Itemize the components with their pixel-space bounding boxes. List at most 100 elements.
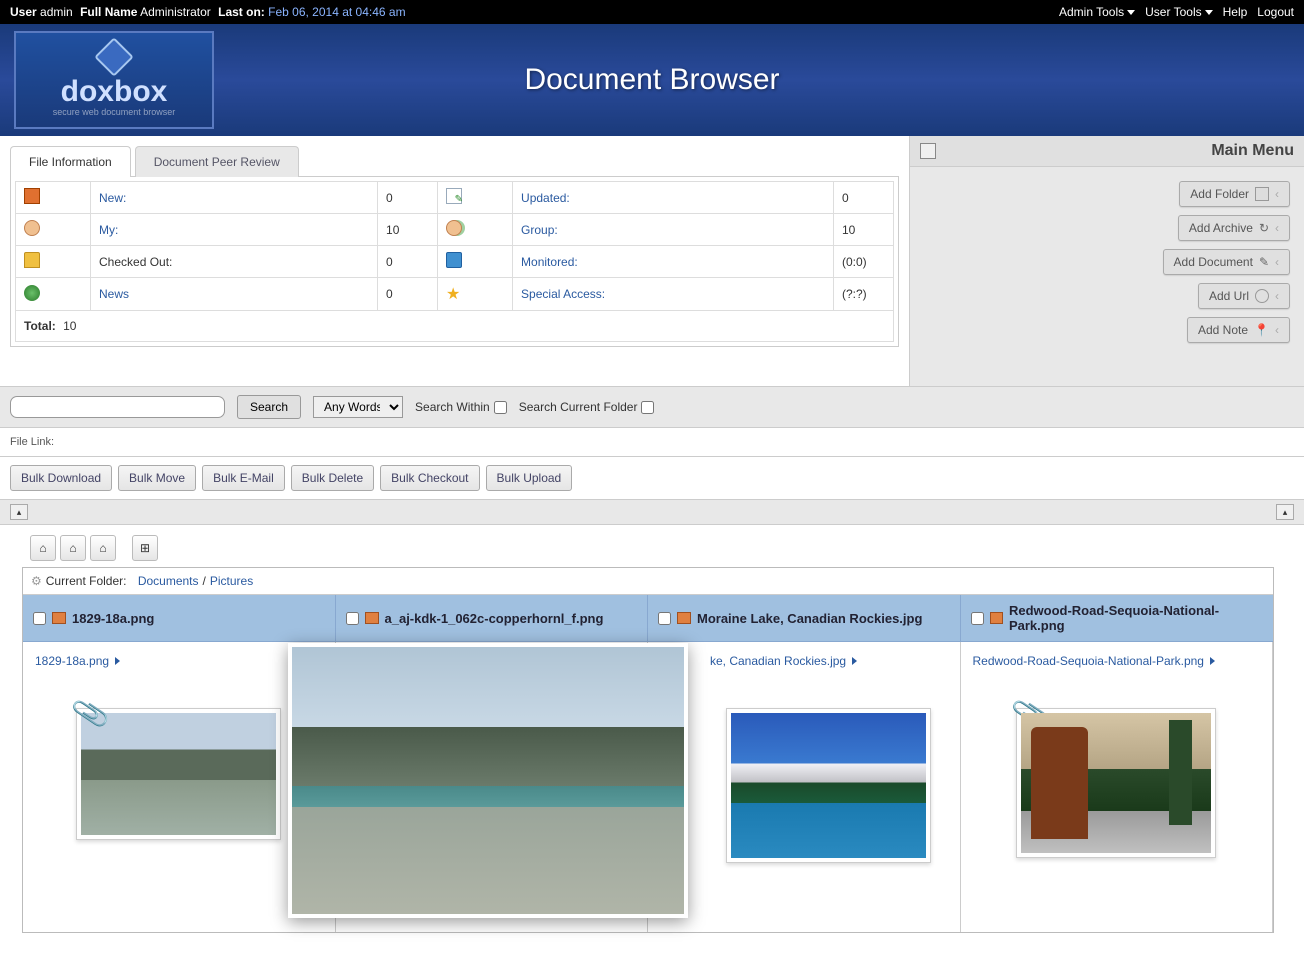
- arrow-right-icon: [1210, 657, 1215, 665]
- logout-link[interactable]: Logout: [1257, 5, 1294, 19]
- file-link[interactable]: ke, Canadian Rockies.jpg: [710, 654, 857, 668]
- laston-value: Feb 06, 2014 at 04:46 am: [268, 5, 405, 19]
- user-label: User: [10, 5, 37, 19]
- bulk-move-button[interactable]: Bulk Move: [118, 465, 196, 491]
- bulk-actions: Bulk Download Bulk Move Bulk E-Mail Bulk…: [0, 457, 1304, 500]
- info-monitored[interactable]: Monitored:: [513, 246, 834, 278]
- file-cell: Redwood-Road-Sequoia-National-Park.png 📎: [961, 642, 1274, 932]
- fullname-value: Administrator: [140, 5, 211, 19]
- search-bar: Search Any Words Search Within Search Cu…: [0, 386, 1304, 428]
- bulk-email-button[interactable]: Bulk E-Mail: [202, 465, 285, 491]
- add-folder-button[interactable]: Add Folder‹: [1179, 181, 1290, 207]
- breadcrumb: ⚙ Current Folder: Documents / Pictures: [23, 568, 1273, 595]
- admin-tools-menu[interactable]: Admin Tools: [1059, 5, 1135, 19]
- info-news-value: 0: [378, 278, 438, 311]
- info-updated-value: 0: [834, 182, 894, 214]
- pin-icon: 📍: [1254, 323, 1269, 337]
- file-select-checkbox[interactable]: [658, 612, 671, 625]
- file-link[interactable]: Redwood-Road-Sequoia-National-Park.png: [973, 654, 1215, 668]
- file-name: a_aj-kdk-1_062c-copperhornl_f.png: [385, 611, 604, 626]
- thumbnail[interactable]: [726, 708, 931, 863]
- search-within-checkbox[interactable]: [494, 401, 507, 414]
- search-input[interactable]: [10, 396, 225, 418]
- file-link[interactable]: 1829-18a.png: [35, 654, 120, 668]
- person-icon: [24, 220, 40, 236]
- file-select-checkbox[interactable]: [971, 612, 984, 625]
- arrow-right-icon: [852, 657, 857, 665]
- fullname-label: Full Name: [80, 5, 137, 19]
- star-icon: ★: [446, 286, 460, 303]
- info-updated[interactable]: Updated:: [513, 182, 834, 214]
- group-icon: [446, 220, 462, 236]
- grid-icon[interactable]: [920, 143, 936, 159]
- page-title: Document Browser: [524, 63, 779, 97]
- info-checked-out-value: 0: [378, 246, 438, 278]
- bulk-checkout-button[interactable]: Bulk Checkout: [380, 465, 479, 491]
- search-mode-select[interactable]: Any Words: [313, 396, 403, 418]
- info-group-value: 10: [834, 214, 894, 246]
- add-note-button[interactable]: Add Note📍‹: [1187, 317, 1290, 343]
- user-value: admin: [40, 5, 73, 19]
- help-link[interactable]: Help: [1223, 5, 1248, 19]
- image-preview-popup[interactable]: [288, 643, 688, 918]
- info-special-value: (?:?): [834, 278, 894, 311]
- info-group[interactable]: Group:: [513, 214, 834, 246]
- banner: doxbox secure web document browser Docum…: [0, 24, 1304, 136]
- info-new-value: 0: [378, 182, 438, 214]
- file-select-checkbox[interactable]: [346, 612, 359, 625]
- user-tools-menu[interactable]: User Tools: [1145, 5, 1212, 19]
- arrow-right-icon: [115, 657, 120, 665]
- add-document-button[interactable]: Add Document✎‹: [1163, 249, 1290, 275]
- search-current-checkbox[interactable]: [641, 401, 654, 414]
- home-icon: ⌂: [39, 541, 46, 555]
- image-file-icon: [365, 612, 379, 624]
- search-button[interactable]: Search: [237, 395, 301, 419]
- collapse-left-button[interactable]: ▴: [10, 504, 28, 520]
- add-archive-button[interactable]: Add Archive↻‹: [1178, 215, 1290, 241]
- tab-file-information[interactable]: File Information: [10, 146, 131, 177]
- file-link-row: File Link:: [0, 428, 1304, 457]
- top-bar: User admin Full Name Administrator Last …: [0, 0, 1304, 24]
- file-name: 1829-18a.png: [72, 611, 154, 626]
- breadcrumb-documents[interactable]: Documents: [138, 574, 199, 588]
- info-checked-out: Checked Out:: [91, 246, 378, 278]
- folder-container: ⚙ Current Folder: Documents / Pictures 1…: [22, 567, 1274, 933]
- nav-home-button[interactable]: ⌂: [30, 535, 56, 561]
- file-select-checkbox[interactable]: [33, 612, 46, 625]
- collapse-right-button[interactable]: ▴: [1276, 504, 1294, 520]
- bulk-delete-button[interactable]: Bulk Delete: [291, 465, 374, 491]
- thumbnail-image: [1021, 713, 1211, 853]
- bulk-download-button[interactable]: Bulk Download: [10, 465, 112, 491]
- file-name: Redwood-Road-Sequoia-National-Park.png: [1009, 603, 1263, 633]
- globe-icon: [24, 285, 40, 301]
- new-icon: [24, 188, 40, 204]
- image-file-icon: [990, 612, 1003, 624]
- info-my-value: 10: [378, 214, 438, 246]
- thumbnail[interactable]: 📎: [76, 708, 281, 840]
- info-news[interactable]: News: [91, 278, 378, 311]
- main-menu-title: Main Menu: [1211, 142, 1294, 160]
- add-url-button[interactable]: Add Url‹: [1198, 283, 1290, 309]
- logo: doxbox secure web document browser: [14, 31, 214, 129]
- nav-home3-button[interactable]: ⌂: [90, 535, 116, 561]
- user-info: User admin Full Name Administrator Last …: [10, 5, 410, 19]
- link-icon: [1255, 289, 1269, 303]
- bulk-upload-button[interactable]: Bulk Upload: [486, 465, 573, 491]
- folder-plus-icon: [1255, 187, 1269, 201]
- total-value: 10: [63, 319, 76, 333]
- monitor-icon: [446, 252, 462, 268]
- nav-home2-button[interactable]: ⌂: [60, 535, 86, 561]
- home-icon: ⌂: [99, 541, 106, 555]
- thumbnail[interactable]: 📎: [1016, 708, 1216, 858]
- pencil-icon: ✎: [1259, 255, 1269, 269]
- brand-name: doxbox: [61, 75, 168, 109]
- info-my[interactable]: My:: [91, 214, 378, 246]
- info-new[interactable]: New:: [91, 182, 378, 214]
- tree-icon: ⊞: [140, 541, 150, 555]
- tab-document-peer-review[interactable]: Document Peer Review: [135, 146, 299, 177]
- breadcrumb-pictures[interactable]: Pictures: [210, 574, 253, 588]
- file-cell: ke, Canadian Rockies.jpg: [648, 642, 961, 932]
- home-icon: ⌂: [69, 541, 76, 555]
- nav-tree-button[interactable]: ⊞: [132, 535, 158, 561]
- info-special[interactable]: Special Access:: [513, 278, 834, 311]
